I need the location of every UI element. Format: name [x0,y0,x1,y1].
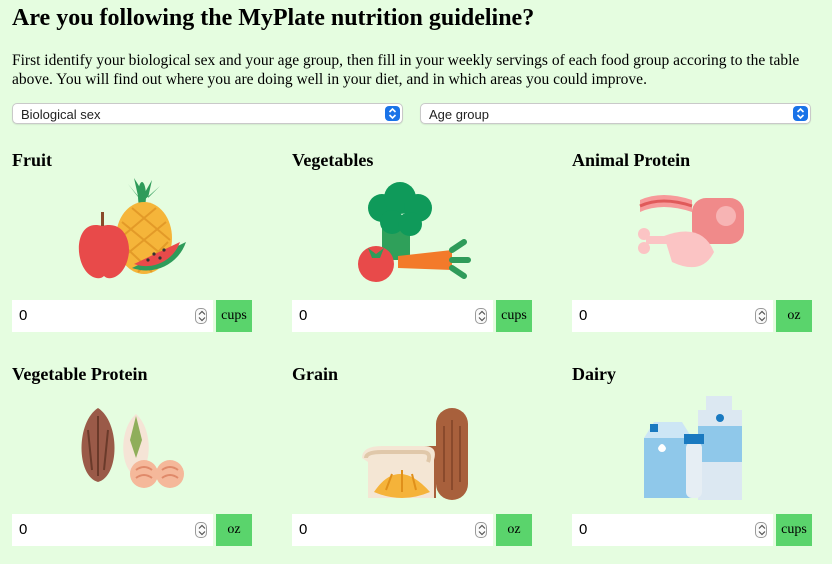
stepper-icon[interactable] [755,308,767,324]
intro-text: First identify your biological sex and y… [12,52,800,88]
animal-protein-input[interactable]: 0 [572,300,773,332]
group-title: Grain [292,364,339,384]
chevron-updown-icon [385,106,400,121]
grain-input[interactable]: 0 [292,514,493,546]
food-group-dairy: Dairy 0 cups [572,364,812,564]
unit-badge: cups [216,300,252,332]
food-group-vegetable-protein: Vegetable Protein 0 oz [12,364,252,564]
group-title: Dairy [572,364,616,384]
page-title: Are you following the MyPlate nutrition … [12,5,535,31]
sex-select-value: Biological sex [21,107,101,122]
stepper-icon[interactable] [475,308,487,324]
grain-icon [362,408,468,500]
food-group-fruit: Fruit 0 cups [12,150,252,350]
input-value: 0 [579,521,588,538]
unit-badge: oz [776,300,812,332]
stepper-icon[interactable] [195,308,207,324]
group-title: Vegetables [292,150,374,170]
unit-badge: oz [216,514,252,546]
unit-badge: cups [776,514,812,546]
sex-select[interactable]: Biological sex [12,103,403,124]
vegetables-input[interactable]: 0 [292,300,493,332]
food-group-grain: Grain 0 oz [292,364,532,564]
animal-protein-icon [638,195,744,268]
unit-badge: cups [496,300,532,332]
fruit-input[interactable]: 0 [12,300,213,332]
unit-badge: oz [496,514,532,546]
dairy-icon [644,396,742,500]
group-title: Fruit [12,150,52,170]
food-group-vegetables: Vegetables 0 cups [292,150,532,350]
group-title: Animal Protein [572,150,691,170]
vegetable-protein-input[interactable]: 0 [12,514,213,546]
age-select-value: Age group [429,107,489,122]
group-title: Vegetable Protein [12,364,148,384]
food-group-animal-protein: Animal Protein 0 oz [572,150,812,350]
input-value: 0 [579,307,588,324]
age-select[interactable]: Age group [420,103,811,124]
input-value: 0 [299,521,308,538]
stepper-icon[interactable] [195,522,207,538]
input-value: 0 [299,307,308,324]
dairy-input[interactable]: 0 [572,514,773,546]
fruit-icon [78,178,186,279]
vegetable-protein-icon [81,408,184,488]
vegetables-icon [358,182,471,282]
input-value: 0 [19,521,28,538]
chevron-updown-icon [793,106,808,121]
stepper-icon[interactable] [475,522,487,538]
input-value: 0 [19,307,28,324]
stepper-icon[interactable] [755,522,767,538]
